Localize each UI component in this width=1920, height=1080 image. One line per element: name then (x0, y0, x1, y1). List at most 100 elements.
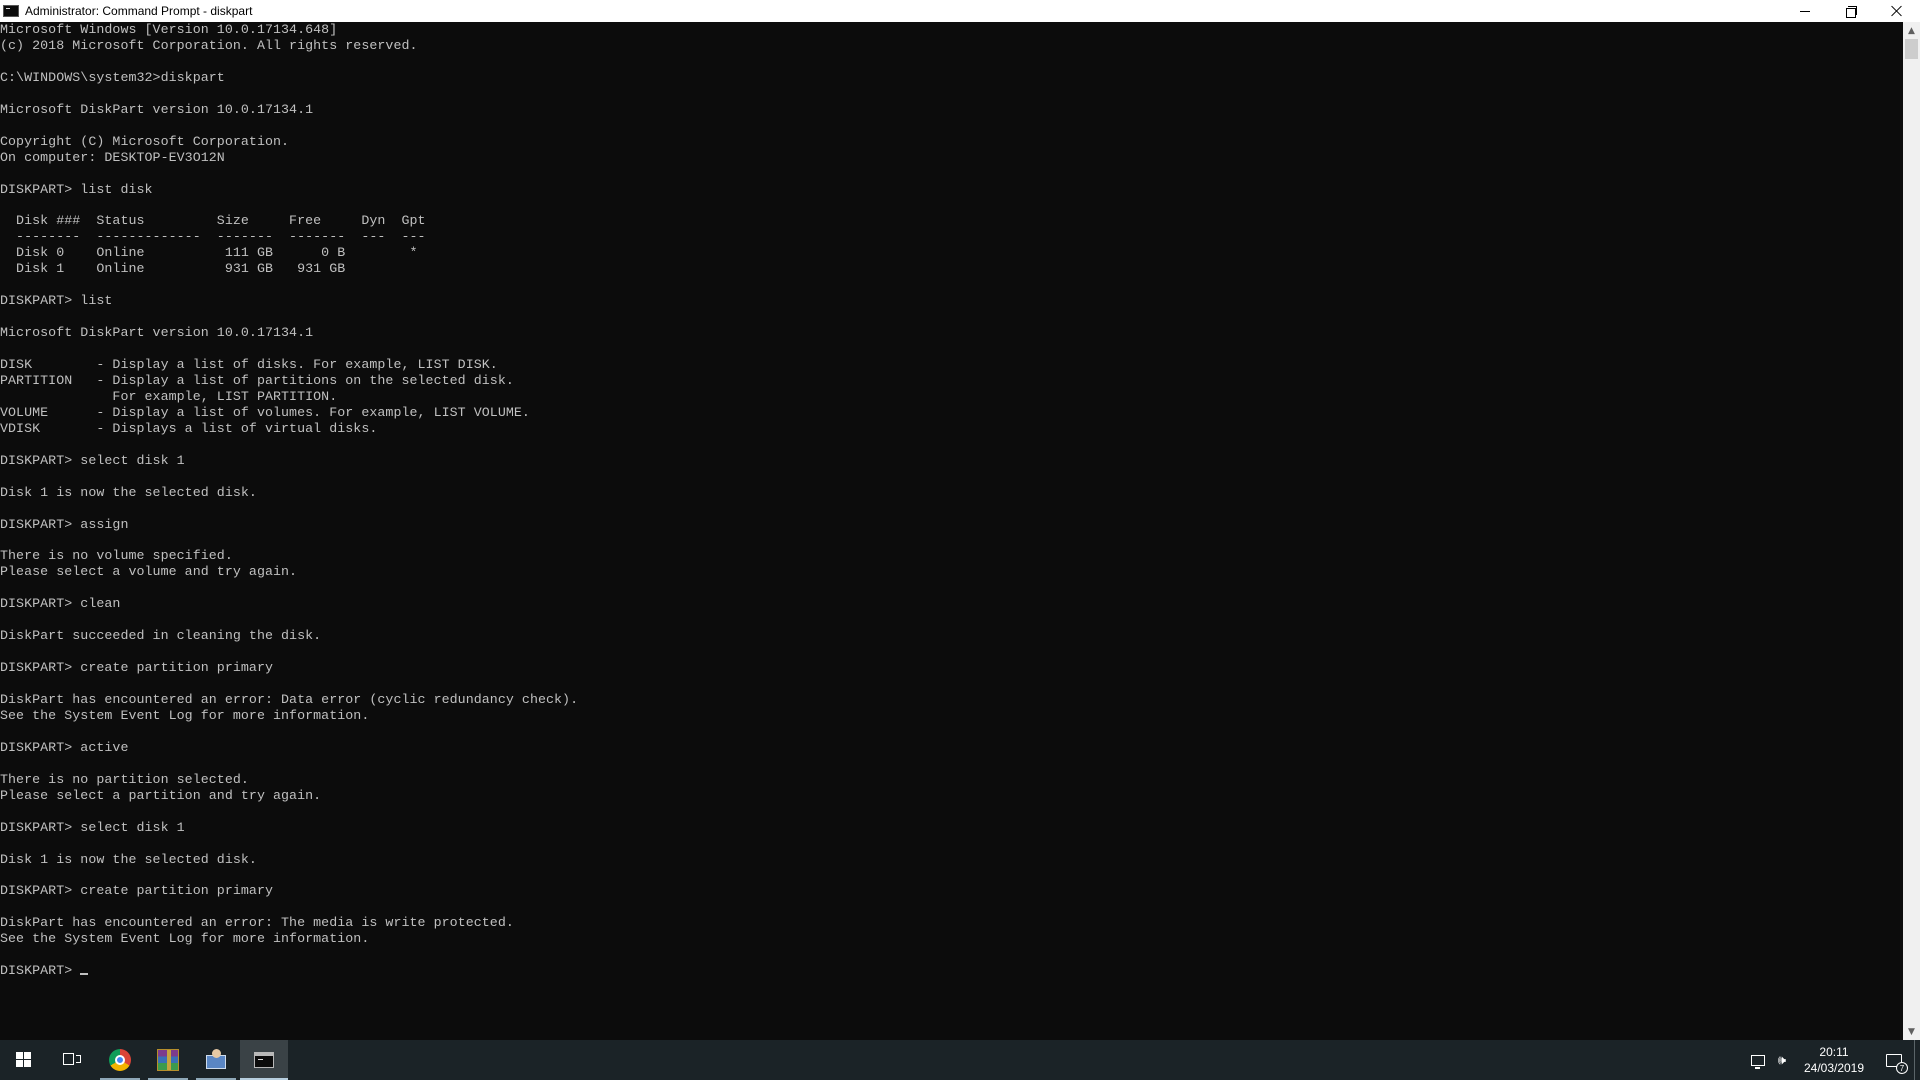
console-line: See the System Event Log for more inform… (0, 707, 370, 723)
task-view-button[interactable] (48, 1040, 96, 1080)
console-output: Microsoft Windows [Version 10.0.17134.64… (0, 22, 1903, 963)
clock-date: 24/03/2019 (1803, 1061, 1865, 1075)
action-center-button[interactable]: 7 (1874, 1040, 1914, 1080)
console-area[interactable]: Microsoft Windows [Version 10.0.17134.64… (0, 22, 1903, 1040)
cmd-icon[interactable] (3, 5, 19, 17)
windows-logo-icon (16, 1052, 32, 1068)
restore-button[interactable] (1828, 0, 1874, 22)
console-line: -------- ------------- ------- ------- -… (0, 229, 426, 245)
console-line: For example, LIST PARTITION. (0, 388, 338, 404)
console-line: PARTITION - Display a list of partitions… (0, 372, 514, 388)
console-line: Disk 1 is now the selected disk. (0, 484, 257, 500)
console-line: There is no volume specified. (0, 548, 233, 564)
console-line: DiskPart has encountered an error: The m… (0, 915, 514, 931)
console-line: Disk 1 is now the selected disk. (0, 851, 257, 867)
taskbar: 🕪 20:11 24/03/2019 7 (0, 1040, 1920, 1080)
chrome-icon (109, 1049, 131, 1071)
taskbar-app-user-accounts[interactable] (192, 1040, 240, 1080)
close-button[interactable] (1874, 0, 1920, 22)
console-line: DiskPart has encountered an error: Data … (0, 692, 579, 708)
restore-icon (1846, 6, 1857, 18)
console-line: DISKPART> active (0, 739, 129, 755)
system-tray: 🕪 20:11 24/03/2019 7 (1746, 1040, 1920, 1080)
winrar-icon (157, 1049, 179, 1071)
task-view-icon (63, 1053, 81, 1067)
console-line: DISKPART> list (0, 293, 113, 309)
console-line: DISKPART> assign (0, 516, 129, 532)
console-line: (c) 2018 Microsoft Corporation. All righ… (0, 37, 418, 53)
show-desktop-button[interactable] (1914, 1040, 1920, 1080)
volume-button[interactable]: 🕪 (1770, 1040, 1794, 1080)
console-line: On computer: DESKTOP-EV3O12N (0, 149, 225, 165)
scrollbar-thumb[interactable] (1905, 39, 1918, 59)
user-icon (204, 1049, 228, 1071)
console-line: VDISK - Displays a list of virtual disks… (0, 420, 378, 436)
console-line: DISK - Display a list of disks. For exam… (0, 357, 498, 373)
console-line: DISKPART> clean (0, 596, 121, 612)
minimize-icon (1800, 10, 1810, 12)
console-line: There is no partition selected. (0, 771, 249, 787)
console-line: DISKPART> create partition primary (0, 883, 274, 899)
console-line: DISKPART> select disk 1 (0, 452, 185, 468)
console-line: VOLUME - Display a list of volumes. For … (0, 404, 530, 420)
console-line: DISKPART> select disk 1 (0, 819, 185, 835)
clock-time: 20:11 (1819, 1045, 1849, 1059)
text-cursor (80, 973, 89, 976)
scroll-down-arrow-icon[interactable]: ▼ (1903, 1023, 1920, 1040)
cmd-icon (254, 1052, 274, 1068)
command-prompt-window: Administrator: Command Prompt - diskpart… (0, 0, 1920, 1040)
taskbar-app-winrar[interactable] (144, 1040, 192, 1080)
console-line: Microsoft DiskPart version 10.0.17134.1 (0, 325, 314, 341)
clock[interactable]: 20:11 24/03/2019 (1794, 1040, 1874, 1080)
console-line: Please select a partition and try again. (0, 787, 322, 803)
console-prompt: DISKPART> (0, 963, 81, 979)
taskbar-app-command-prompt[interactable] (240, 1040, 288, 1080)
start-button[interactable] (0, 1040, 48, 1080)
console-line: DiskPart succeeded in cleaning the disk. (0, 628, 322, 644)
close-icon (1891, 5, 1903, 17)
console-line: Microsoft Windows [Version 10.0.17134.64… (0, 22, 338, 37)
network-icon (1751, 1054, 1765, 1069)
console-line: Please select a volume and try again. (0, 564, 298, 580)
volume-icon: 🕪 (1777, 1052, 1787, 1068)
console-line: Microsoft DiskPart version 10.0.17134.1 (0, 101, 314, 117)
console-line: Disk 0 Online 111 GB 0 B * (0, 245, 418, 261)
taskbar-app-chrome[interactable] (96, 1040, 144, 1080)
network-button[interactable] (1746, 1040, 1770, 1080)
minimize-button[interactable] (1782, 0, 1828, 22)
console-line: Disk ### Status Size Free Dyn Gpt (0, 213, 426, 229)
console-line: Copyright (C) Microsoft Corporation. (0, 133, 290, 149)
title-bar[interactable]: Administrator: Command Prompt - diskpart (0, 0, 1920, 22)
scroll-up-arrow-icon[interactable]: ▲ (1903, 22, 1920, 39)
console-line: See the System Event Log for more inform… (0, 931, 370, 947)
console-prompt-line[interactable]: DISKPART> (0, 963, 1903, 979)
notification-badge: 7 (1896, 1062, 1908, 1074)
console-line: C:\WINDOWS\system32>diskpart (0, 69, 225, 85)
console-line: DISKPART> list disk (0, 181, 153, 197)
vertical-scrollbar[interactable]: ▲ ▼ (1903, 22, 1920, 1040)
console-line: DISKPART> create partition primary (0, 660, 274, 676)
